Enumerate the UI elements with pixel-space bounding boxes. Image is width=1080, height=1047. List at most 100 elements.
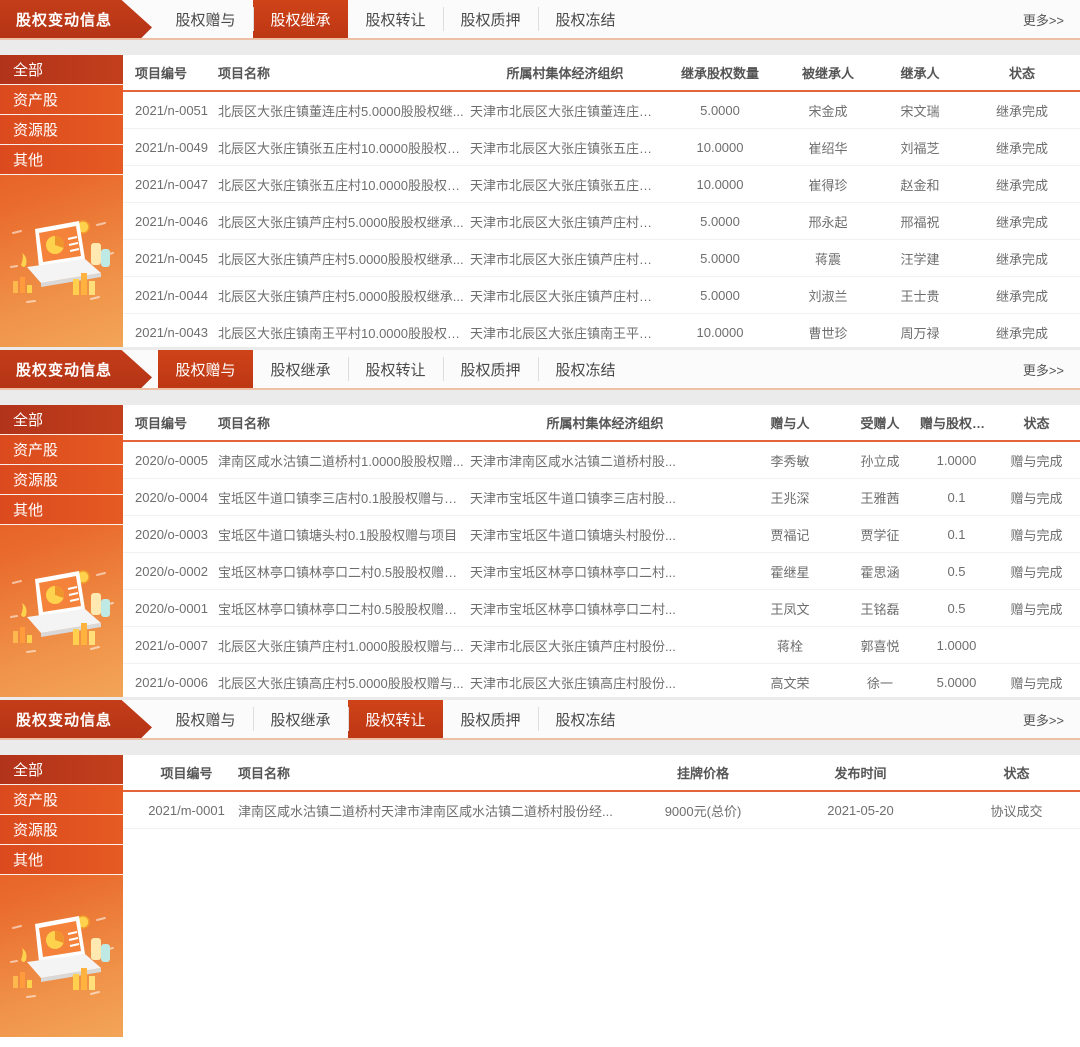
section-2-sidebar-item-2[interactable]: 资产股 [0, 435, 123, 465]
column-header-heir: 继承人 [876, 63, 964, 82]
equity-change-section-2: 股权变动信息 股权赠与股权继承股权转让股权质押股权冻结 更多>> 全部资产股资源… [0, 350, 1080, 697]
section-3-tab-3[interactable]: 股权转让 [348, 700, 443, 738]
cell-project-name: 津南区咸水沽镇二道桥村天津市津南区咸水沽镇二道桥村股份经... [238, 801, 638, 820]
section-3-tab-4[interactable]: 股权质押 [443, 700, 538, 738]
table-row[interactable]: 2021/n-0046北辰区大张庄镇芦庄村5.0000股股权继承...天津市北辰… [123, 203, 1080, 240]
section-2-tab-1[interactable]: 股权赠与 [158, 350, 253, 388]
section-3-tab-1[interactable]: 股权赠与 [158, 700, 253, 738]
cell-project-id: 2021/n-0046 [123, 214, 218, 229]
cell-donor: 王凤文 [740, 599, 840, 618]
section-banner-ribbon: 股权变动信息 [0, 700, 152, 738]
column-header-listing-price: 挂牌价格 [638, 763, 768, 782]
section-title: 股权变动信息 [16, 709, 112, 730]
cell-project-id: 2021/n-0051 [123, 103, 218, 118]
category-sidebar: 全部资产股资源股其他 [0, 55, 123, 347]
sidebar-item-list: 全部资产股资源股其他 [0, 55, 123, 175]
cell-project-id: 2021/n-0047 [123, 177, 218, 192]
cell-project-name: 宝坻区林亭口镇林亭口二村0.5股股权赠与... [218, 562, 470, 581]
table-row[interactable]: 2020/o-0004宝坻区牛道口镇李三店村0.1股股权赠与项目天津市宝坻区牛道… [123, 479, 1080, 516]
illustration-wrap [0, 525, 123, 697]
table-row[interactable]: 2021/n-0044北辰区大张庄镇芦庄村5.0000股股权继承...天津市北辰… [123, 277, 1080, 314]
cell-village-org: 天津市北辰区大张庄镇芦庄村股份... [470, 636, 740, 655]
section-1-sidebar-item-4[interactable]: 其他 [0, 145, 123, 175]
cell-donor: 贾福记 [740, 525, 840, 544]
section-3-sidebar-item-1[interactable]: 全部 [0, 755, 123, 785]
table-header-row: 项目编号项目名称所属村集体经济组织继承股权数量被继承人继承人状态 [123, 55, 1080, 92]
section-2-sidebar-item-3[interactable]: 资源股 [0, 465, 123, 495]
cell-status: 继承完成 [964, 138, 1080, 157]
section-2-tab-2[interactable]: 股权继承 [253, 350, 348, 388]
equity-change-section-1: 股权变动信息 股权赠与股权继承股权转让股权质押股权冻结 更多>> 全部资产股资源… [0, 0, 1080, 347]
section-1-tab-5[interactable]: 股权冻结 [538, 0, 633, 38]
cell-village-org: 天津市宝坻区牛道口镇李三店村股... [470, 488, 740, 507]
section-3-sidebar-item-2[interactable]: 资产股 [0, 785, 123, 815]
cell-status: 赠与完成 [993, 525, 1080, 544]
more-link[interactable]: 更多>> [1023, 700, 1080, 738]
cell-project-name: 北辰区大张庄镇芦庄村5.0000股股权继承... [218, 212, 470, 231]
section-2-tab-3[interactable]: 股权转让 [348, 350, 443, 388]
table-row[interactable]: 2020/o-0003宝坻区牛道口镇塘头村0.1股股权赠与项目天津市宝坻区牛道口… [123, 516, 1080, 553]
table-row[interactable]: 2021/n-0049北辰区大张庄镇张五庄村10.0000股股权继...天津市北… [123, 129, 1080, 166]
laptop-chart-illustration [7, 910, 117, 1002]
table-row[interactable]: 2020/o-0005津南区咸水沽镇二道桥村1.0000股股权赠...天津市津南… [123, 442, 1080, 479]
more-link[interactable]: 更多>> [1023, 350, 1080, 388]
table-row[interactable]: 2020/o-0001宝坻区林亭口镇林亭口二村0.5股股权赠与...天津市宝坻区… [123, 590, 1080, 627]
cell-village-org: 天津市北辰区大张庄镇董连庄村股... [470, 101, 660, 120]
section-body: 全部资产股资源股其他 [0, 755, 1080, 1047]
table-row[interactable]: 2021/n-0047北辰区大张庄镇张五庄村10.0000股股权继...天津市北… [123, 166, 1080, 203]
section-body: 全部资产股资源股其他 [0, 55, 1080, 347]
column-header-donor: 赠与人 [740, 413, 840, 432]
sidebar-item-list: 全部资产股资源股其他 [0, 755, 123, 875]
equity-change-section-3: 股权变动信息 股权赠与股权继承股权转让股权质押股权冻结 更多>> 全部资产股资源… [0, 700, 1080, 1047]
cell-status: 继承完成 [964, 249, 1080, 268]
section-1-tab-3[interactable]: 股权转让 [348, 0, 443, 38]
cell-project-name: 北辰区大张庄镇张五庄村10.0000股股权继... [218, 138, 470, 157]
cell-village-org: 天津市宝坻区林亭口镇林亭口二村... [470, 599, 740, 618]
column-header-recipient: 受赠人 [840, 413, 920, 432]
cell-project-id: 2020/o-0004 [123, 490, 218, 505]
cell-project-id: 2021/o-0006 [123, 675, 218, 690]
section-2-tab-5[interactable]: 股权冻结 [538, 350, 633, 388]
cell-gift-quantity: 0.1 [920, 490, 993, 505]
section-3-sidebar-item-4[interactable]: 其他 [0, 845, 123, 875]
cell-heir: 邢福祝 [876, 212, 964, 231]
cell-recipient: 孙立成 [840, 451, 920, 470]
table-row[interactable]: 2021/n-0043北辰区大张庄镇南王平村10.0000股股权继...天津市北… [123, 314, 1080, 347]
section-3-sidebar-item-3[interactable]: 资源股 [0, 815, 123, 845]
section-1-tab-4[interactable]: 股权质押 [443, 0, 538, 38]
cell-inherit-quantity: 5.0000 [660, 288, 780, 303]
cell-status: 赠与完成 [993, 562, 1080, 581]
data-table: 项目编号项目名称所属村集体经济组织赠与人受赠人赠与股权数量状态 2020/o-0… [123, 405, 1080, 697]
table-row[interactable]: 2021/n-0045北辰区大张庄镇芦庄村5.0000股股权继承...天津市北辰… [123, 240, 1080, 277]
more-link[interactable]: 更多>> [1023, 0, 1080, 38]
illustration-wrap [0, 175, 123, 347]
cell-recipient: 徐一 [840, 673, 920, 692]
section-1-sidebar-item-1[interactable]: 全部 [0, 55, 123, 85]
cell-status: 继承完成 [964, 175, 1080, 194]
table-row[interactable]: 2021/o-0007北辰区大张庄镇芦庄村1.0000股股权赠与...天津市北辰… [123, 627, 1080, 664]
data-table: 项目编号项目名称所属村集体经济组织继承股权数量被继承人继承人状态 2021/n-… [123, 55, 1080, 347]
table-row[interactable]: 2021/m-0001津南区咸水沽镇二道桥村天津市津南区咸水沽镇二道桥村股份经.… [123, 792, 1080, 829]
cell-project-id: 2021/n-0044 [123, 288, 218, 303]
section-2-tab-4[interactable]: 股权质押 [443, 350, 538, 388]
section-1-sidebar-item-2[interactable]: 资产股 [0, 85, 123, 115]
column-header-project-id: 项目编号 [123, 63, 218, 82]
cell-donor: 李秀敏 [740, 451, 840, 470]
section-1-tab-1[interactable]: 股权赠与 [158, 0, 253, 38]
section-tabbar: 股权变动信息 股权赠与股权继承股权转让股权质押股权冻结 更多>> [0, 700, 1080, 740]
section-3-tab-5[interactable]: 股权冻结 [538, 700, 633, 738]
cell-inherit-quantity: 5.0000 [660, 251, 780, 266]
table-row[interactable]: 2021/n-0051北辰区大张庄镇董连庄村5.0000股股权继...天津市北辰… [123, 92, 1080, 129]
cell-project-id: 2021/m-0001 [123, 803, 238, 818]
table-row[interactable]: 2021/o-0006北辰区大张庄镇高庄村5.0000股股权赠与...天津市北辰… [123, 664, 1080, 697]
table-row[interactable]: 2020/o-0002宝坻区林亭口镇林亭口二村0.5股股权赠与...天津市宝坻区… [123, 553, 1080, 590]
section-1-tab-2[interactable]: 股权继承 [253, 0, 348, 38]
section-1-sidebar-item-3[interactable]: 资源股 [0, 115, 123, 145]
cell-village-org: 天津市宝坻区牛道口镇塘头村股份... [470, 525, 740, 544]
section-2-sidebar-item-4[interactable]: 其他 [0, 495, 123, 525]
section-title: 股权变动信息 [16, 359, 112, 380]
section-3-tab-2[interactable]: 股权继承 [253, 700, 348, 738]
section-2-sidebar-item-1[interactable]: 全部 [0, 405, 123, 435]
section-tabbar: 股权变动信息 股权赠与股权继承股权转让股权质押股权冻结 更多>> [0, 350, 1080, 390]
cell-village-org: 天津市宝坻区林亭口镇林亭口二村... [470, 562, 740, 581]
